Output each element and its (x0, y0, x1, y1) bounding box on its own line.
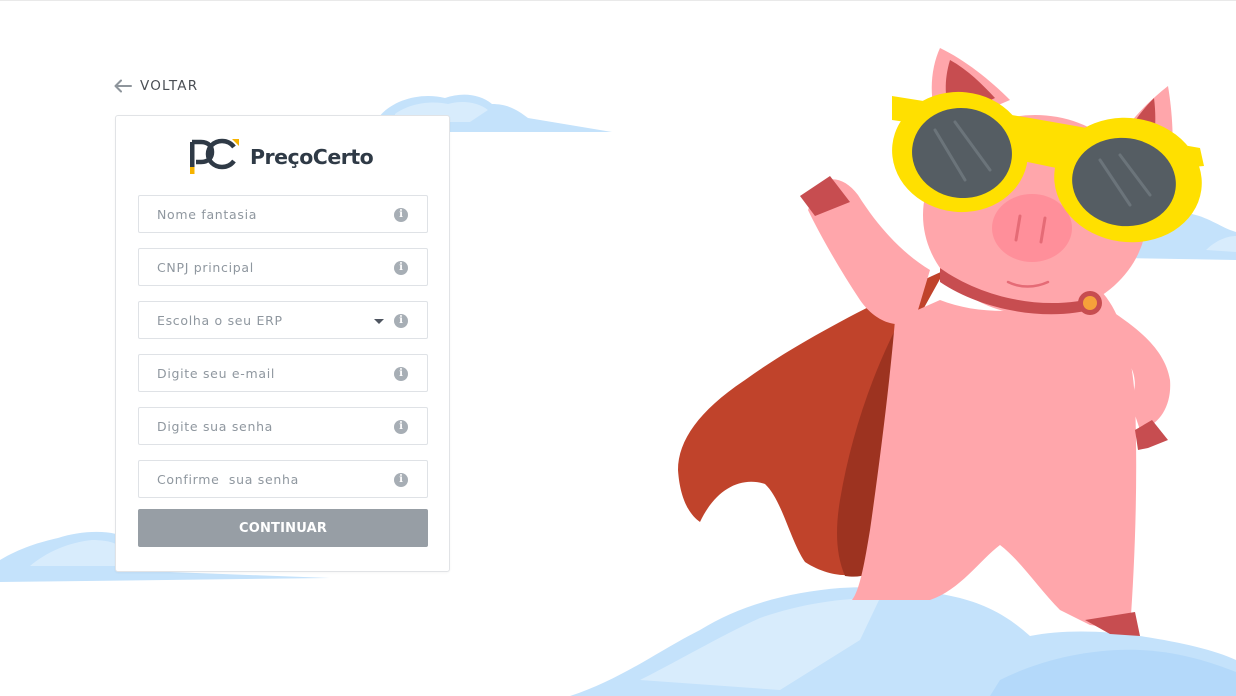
info-icon[interactable]: i (394, 420, 408, 434)
field-placeholder: Digite seu e-mail (157, 366, 276, 381)
precocerto-logo-icon (188, 136, 240, 178)
brand-logo: PreçoCerto (188, 136, 374, 178)
field-placeholder: Nome fantasia (157, 207, 258, 222)
back-link[interactable]: VOLTAR (114, 76, 198, 96)
info-icon[interactable]: i (394, 367, 408, 381)
field-placeholder: CNPJ principal (157, 260, 254, 275)
info-icon[interactable]: i (394, 261, 408, 275)
back-label: VOLTAR (140, 78, 199, 94)
chevron-down-icon[interactable] (374, 319, 384, 324)
signup-card: PreçoCerto Nome fantasia i CNPJ principa… (115, 115, 450, 572)
field-placeholder: Digite sua senha (157, 419, 274, 434)
continue-button[interactable]: CONTINUAR (138, 509, 428, 547)
field-placeholder: Confirme sua senha (157, 472, 299, 487)
email-field[interactable]: Digite seu e-mail i (138, 354, 428, 392)
info-icon[interactable]: i (394, 208, 408, 222)
nome-fantasia-field[interactable]: Nome fantasia i (138, 195, 428, 233)
field-placeholder: Escolha o seu ERP (157, 313, 283, 328)
confirm-password-field[interactable]: Confirme sua senha i (138, 460, 428, 498)
arrow-left-icon (114, 79, 132, 93)
info-icon[interactable]: i (394, 314, 408, 328)
continue-button-label: CONTINUAR (238, 520, 328, 536)
info-icon[interactable]: i (394, 473, 408, 487)
cloud-bottom-right (570, 587, 1236, 696)
password-field[interactable]: Digite sua senha i (138, 407, 428, 445)
erp-select[interactable]: Escolha o seu ERP i (138, 301, 428, 339)
brand-name: PreçoCerto (250, 145, 374, 169)
cnpj-field[interactable]: CNPJ principal i (138, 248, 428, 286)
